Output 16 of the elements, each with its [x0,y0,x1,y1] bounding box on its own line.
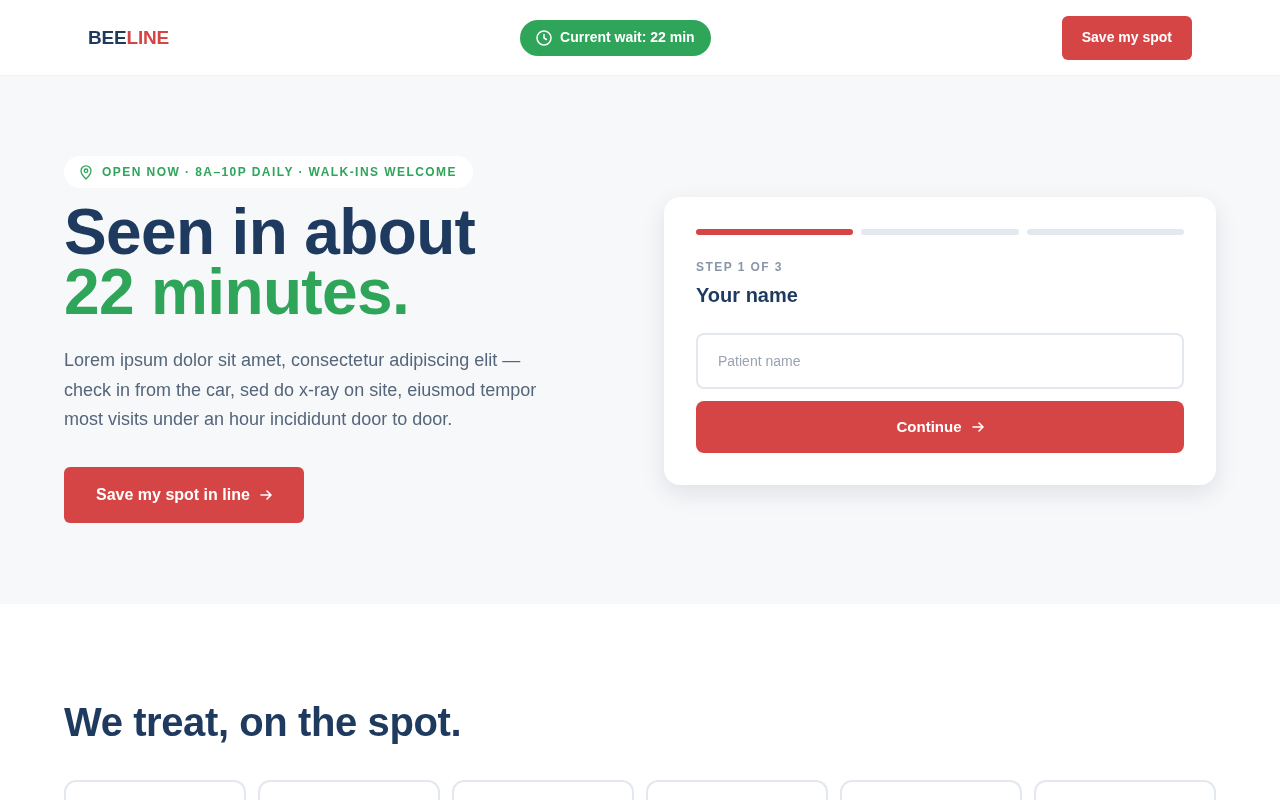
status-badge: OPEN NOW · 8A–10P DAILY · WALK-INS WELCOME [64,156,473,188]
step-label: STEP 1 OF 3 [696,261,783,273]
section-heading: We treat, on the spot. [64,700,462,744]
save-spot-button[interactable]: Save my spot [1061,15,1192,60]
wait-time-badge: Current wait: 22 min [520,19,711,56]
patient-name-field[interactable]: Patient name [696,333,1184,389]
arrow-right-icon [259,489,272,500]
arrow-right-icon [971,422,984,432]
continue-button[interactable]: Continue [696,401,1184,453]
logo[interactable]: BEELINE [88,28,170,47]
card-title: Your name [696,285,798,305]
hero-headline: Seen in about 22 minutes. [64,202,476,322]
save-spot-in-line-button[interactable]: Save my spot in line [64,466,304,523]
hero-description: Lorem ipsum dolor sit amet, consectetur adipiscing elit — check in from the car, sed do x-ray on site, eiusmod tempor most visits under an hour incididunt door to door. [64,349,538,431]
clock-icon [536,29,553,46]
map-pin-icon [80,164,92,180]
